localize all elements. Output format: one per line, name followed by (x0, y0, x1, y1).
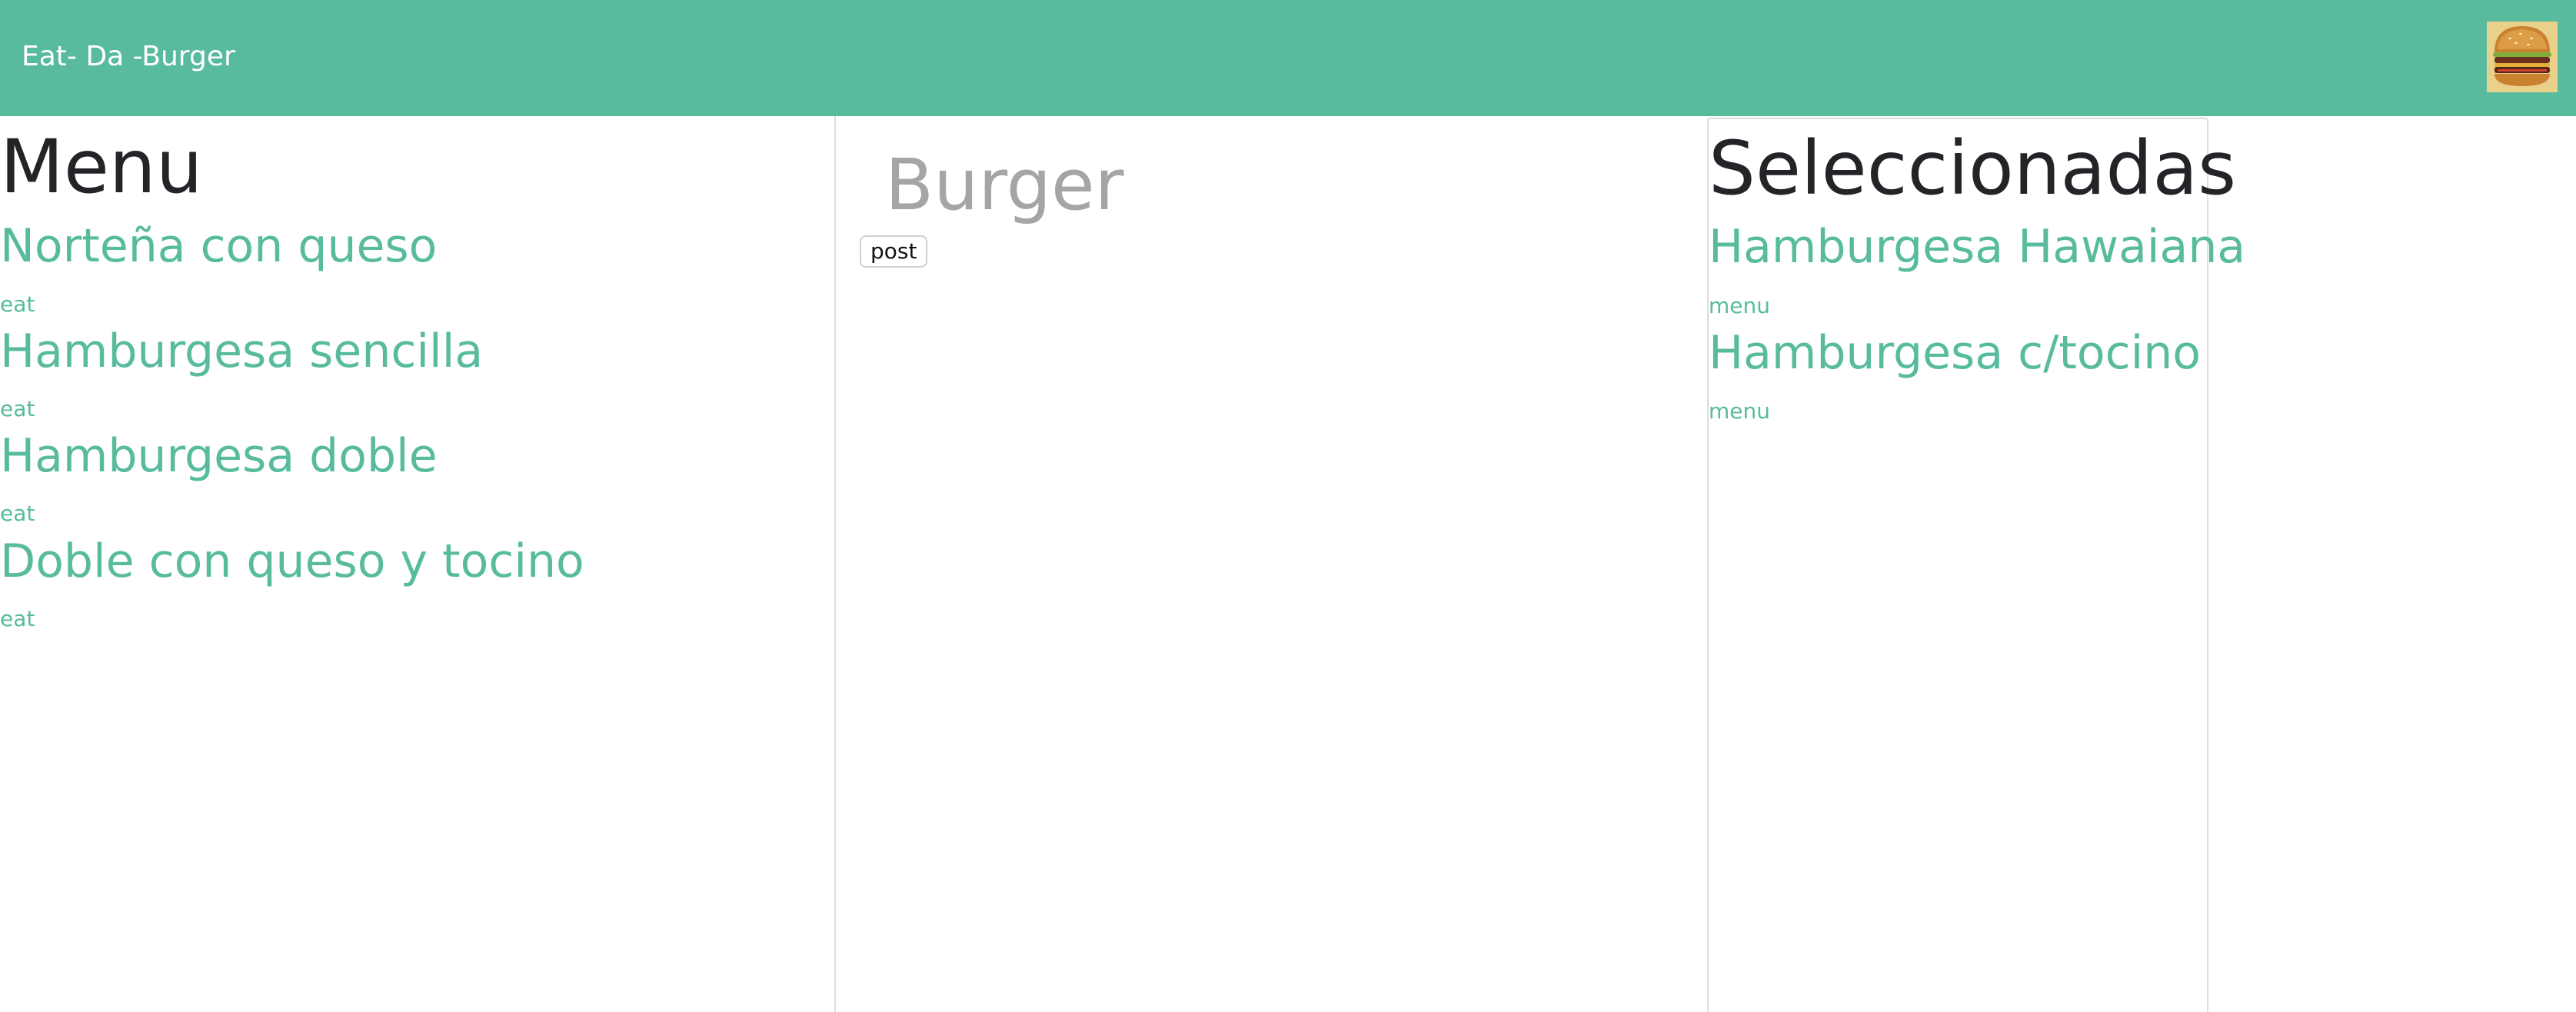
brand-link[interactable]: Eat- Da -Burger (22, 38, 235, 75)
post-button[interactable]: post (860, 235, 928, 268)
menu-title: Menu (0, 124, 203, 210)
menu-column: Menu Norteña con queso eat Hamburgesa se… (0, 116, 834, 1012)
eat-link[interactable]: eat (0, 606, 35, 632)
menu-item-name: Hamburgesa sencilla (0, 325, 484, 378)
menu-item-name: Doble con queso y tocino (0, 534, 584, 588)
selected-column: Seleccionadas Hamburgesa Hawaiana menu H… (1707, 118, 2245, 1012)
burger-icon (2487, 22, 2558, 92)
burger-form: post (834, 116, 1707, 1012)
eat-link[interactable]: eat (0, 396, 35, 422)
menu-link[interactable]: menu (1709, 398, 1770, 424)
selected-item-name: Hamburgesa Hawaiana (1709, 220, 2246, 274)
burger-name-input[interactable] (884, 135, 1577, 235)
menu-item-name: Norteña con queso (0, 219, 438, 273)
eat-link[interactable]: eat (0, 291, 35, 318)
menu-item-name: Hamburgesa doble (0, 429, 438, 483)
selected-title: Seleccionadas (1709, 125, 2237, 211)
eat-link[interactable]: eat (0, 501, 35, 527)
menu-link[interactable]: menu (1709, 293, 1770, 319)
navbar: Eat- Da -Burger (0, 0, 2576, 116)
selected-item-name: Hamburgesa c/tocino (1709, 326, 2201, 380)
